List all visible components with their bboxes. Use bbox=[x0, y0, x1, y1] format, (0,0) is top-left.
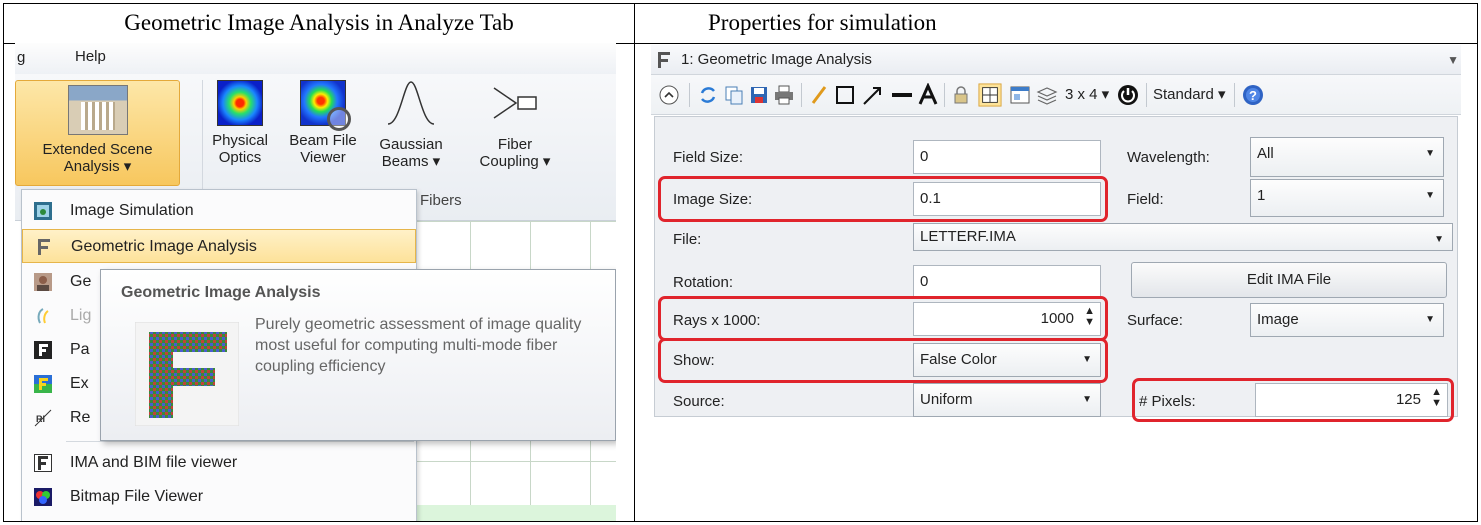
light-icon bbox=[37, 308, 49, 324]
highlight-show bbox=[658, 338, 1108, 383]
analyze-tab-screenshot: g Help Extended Scene Analysis ▾ Physica… bbox=[15, 43, 616, 521]
menu-item-geometric-image-analysis[interactable]: Geometric Image Analysis bbox=[22, 229, 416, 263]
extended-scene-analysis-button[interactable]: Extended Scene Analysis ▾ bbox=[15, 80, 180, 186]
menu-item-image-simulation[interactable]: Image Simulation bbox=[22, 194, 416, 228]
gaussian-beams-button[interactable]: Gaussian Beams ▾ bbox=[371, 80, 451, 170]
surface-select[interactable]: Image bbox=[1250, 303, 1444, 337]
power-icon[interactable] bbox=[1117, 83, 1139, 107]
left-header: Geometric Image Analysis in Analyze Tab bbox=[4, 4, 634, 44]
fiber-coupling-button[interactable]: Fiber Coupling ▾ bbox=[465, 80, 565, 170]
menu-item-ima-bim-viewer[interactable]: IMA and BIM file viewer bbox=[22, 446, 416, 480]
print-icon[interactable] bbox=[773, 83, 795, 107]
file-label: File: bbox=[673, 231, 702, 248]
help-menu[interactable]: Help bbox=[75, 48, 106, 65]
analysis-window: 1: Geometric Image Analysis ▼ 3 x 4 ▾ St… bbox=[651, 45, 1461, 422]
field-size-label: Field Size: bbox=[673, 149, 744, 166]
text-icon[interactable] bbox=[917, 83, 939, 107]
window-dropdown-icon[interactable]: ▼ bbox=[1447, 45, 1459, 75]
svg-text:RI: RI bbox=[36, 414, 45, 424]
svg-text:?: ? bbox=[1249, 88, 1257, 103]
ribbon-group-fibers: Fibers bbox=[420, 192, 462, 209]
letter-f-icon bbox=[658, 52, 670, 68]
rotation-input[interactable]: 0 bbox=[913, 265, 1101, 299]
menu-fragment: g bbox=[17, 49, 26, 66]
portrait-icon bbox=[34, 273, 52, 291]
bitmap-icon bbox=[34, 488, 52, 506]
gaussian-curve-icon bbox=[387, 81, 435, 125]
collapse-icon[interactable] bbox=[657, 83, 681, 107]
file-select[interactable]: LETTERF.IMA bbox=[913, 223, 1453, 251]
refresh-icon[interactable] bbox=[697, 83, 719, 107]
beam-file-viewer-button[interactable]: Beam File Viewer bbox=[283, 80, 363, 166]
wavelength-label: Wavelength: bbox=[1127, 149, 1210, 166]
source-label: Source: bbox=[673, 393, 725, 410]
analysis-toolbar: 3 x 4 ▾ Standard ▾ ? bbox=[651, 75, 1461, 115]
rectangle-icon[interactable] bbox=[834, 83, 856, 107]
highlight-image-size bbox=[658, 176, 1108, 222]
ri-icon: RI bbox=[34, 409, 52, 427]
letter-f-icon bbox=[38, 239, 50, 255]
copy-icon[interactable] bbox=[723, 83, 745, 107]
highlight-pixels bbox=[1132, 378, 1454, 422]
window-icon[interactable] bbox=[1009, 83, 1031, 107]
field-label: Field: bbox=[1127, 191, 1164, 208]
field-select[interactable]: 1 bbox=[1250, 179, 1444, 217]
save-icon[interactable] bbox=[748, 83, 770, 107]
arrow-icon[interactable] bbox=[861, 83, 885, 107]
highlight-rays bbox=[658, 296, 1108, 341]
tooltip-title: Geometric Image Analysis bbox=[121, 284, 321, 301]
image-simulation-icon bbox=[34, 202, 52, 220]
field-size-input[interactable]: 0 bbox=[913, 140, 1101, 174]
letter-f-preview-icon bbox=[135, 322, 239, 426]
source-select[interactable]: Uniform bbox=[913, 383, 1101, 417]
right-header: Properties for simulation bbox=[634, 4, 1477, 44]
background-band bbox=[410, 505, 616, 521]
settings-panel: Field Size: 0 Image Size: 0.1 File: LETT… bbox=[654, 116, 1458, 422]
physical-optics-button[interactable]: Physical Optics bbox=[205, 80, 275, 166]
menu-item-bitmap-viewer[interactable]: Bitmap File Viewer bbox=[22, 480, 416, 514]
building-photo-icon bbox=[67, 85, 128, 135]
column-divider bbox=[634, 4, 635, 521]
fiber-coupling-icon bbox=[493, 87, 537, 119]
grid-size-dropdown[interactable]: 3 x 4 ▾ bbox=[1065, 83, 1109, 107]
surface-label: Surface: bbox=[1127, 312, 1183, 329]
wavelength-select[interactable]: All bbox=[1250, 137, 1444, 177]
edit-ima-file-button[interactable]: Edit IMA File bbox=[1131, 262, 1447, 298]
layout-grid-icon[interactable] bbox=[977, 83, 1003, 107]
layers-icon[interactable] bbox=[1036, 83, 1058, 107]
pencil-icon[interactable] bbox=[808, 83, 830, 107]
menu-bar: g Help bbox=[15, 43, 616, 74]
beam-file-viewer-icon bbox=[300, 80, 351, 131]
physical-optics-icon bbox=[217, 80, 263, 126]
window-title: 1: Geometric Image Analysis bbox=[681, 51, 872, 68]
lock-icon[interactable] bbox=[951, 83, 971, 107]
tooltip-description: Purely geometric assessment of image qua… bbox=[255, 316, 582, 375]
window-title-bar: 1: Geometric Image Analysis ▼ bbox=[651, 45, 1461, 75]
f-dark-icon bbox=[34, 341, 52, 359]
menu-separator bbox=[66, 441, 414, 442]
letter-f-icon bbox=[34, 454, 52, 472]
tooltip: Geometric Image Analysis Purely geometri… bbox=[100, 269, 616, 441]
f-color-icon bbox=[34, 375, 52, 393]
rotation-label: Rotation: bbox=[673, 274, 734, 291]
help-icon[interactable]: ? bbox=[1241, 83, 1265, 107]
line-icon[interactable] bbox=[890, 83, 914, 107]
standard-dropdown[interactable]: Standard ▾ bbox=[1153, 83, 1226, 107]
